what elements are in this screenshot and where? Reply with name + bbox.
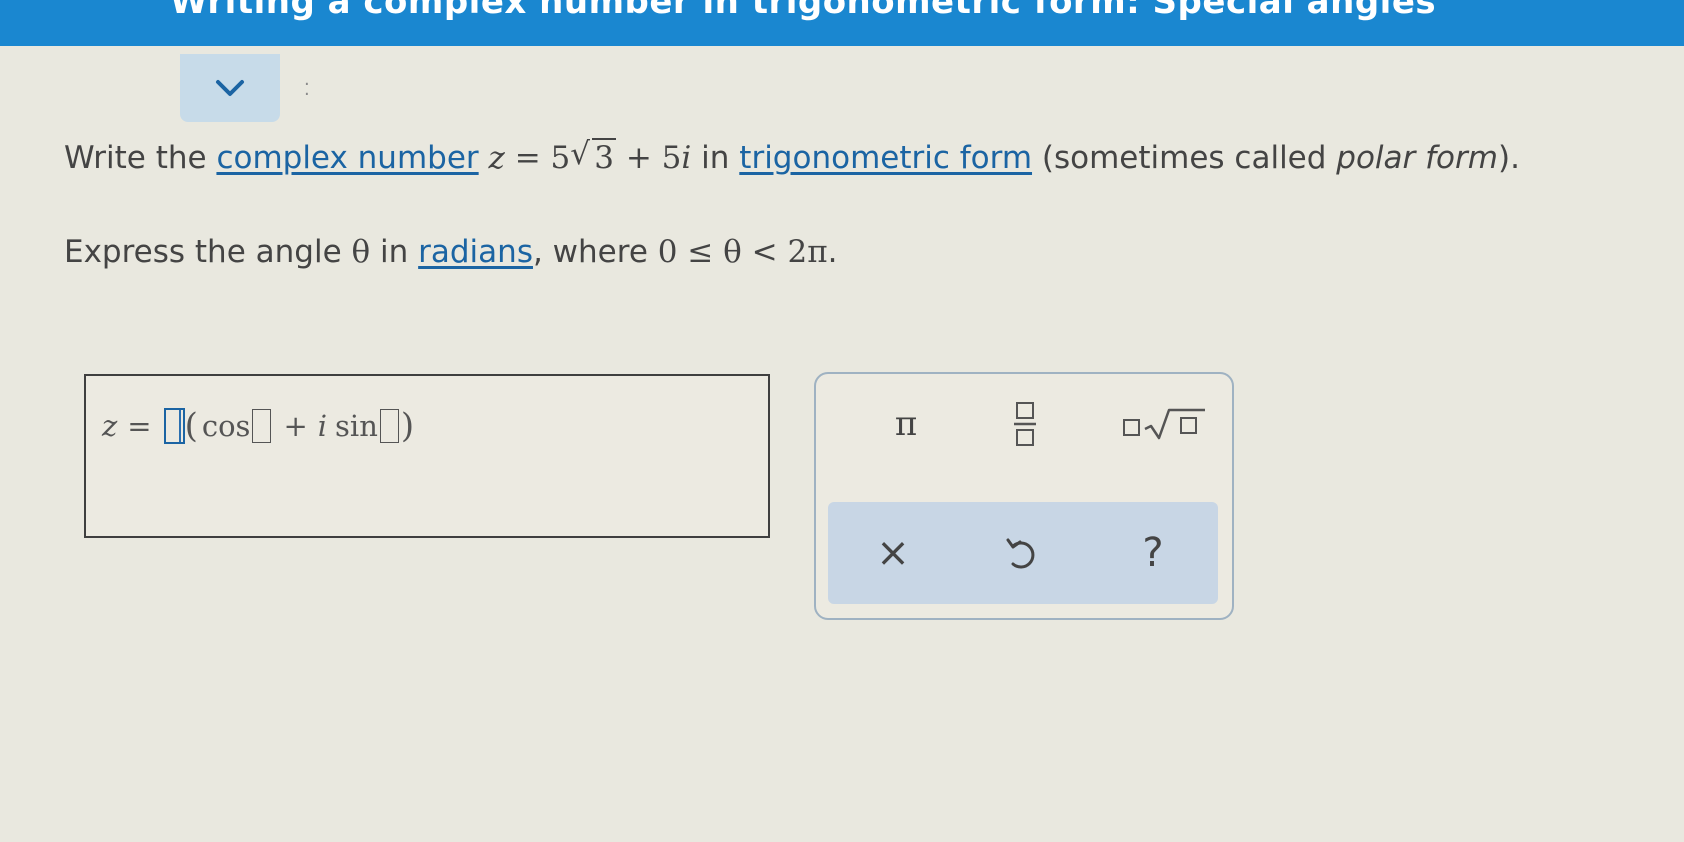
undo-button[interactable] bbox=[986, 522, 1056, 584]
cos-angle-input-slot[interactable] bbox=[252, 409, 272, 443]
collapse-toggle-button[interactable] bbox=[180, 54, 280, 122]
angle-condition: 0 ≤ θ < 2π bbox=[657, 234, 828, 270]
question-line-2: Express the angle θ in radians, where 0 … bbox=[64, 234, 838, 270]
sqrt-expression: √ 3 bbox=[570, 136, 616, 176]
fraction-icon bbox=[1014, 402, 1036, 446]
answer-expression: z = ( cos + i sin ) bbox=[102, 406, 415, 446]
more-options-icon[interactable]: · · bbox=[304, 76, 310, 104]
pi-button[interactable]: π bbox=[866, 396, 946, 452]
text-cursor bbox=[178, 410, 181, 442]
modulus-input-slot[interactable] bbox=[163, 408, 185, 444]
sin-angle-input-slot[interactable] bbox=[379, 409, 399, 443]
help-button[interactable]: ? bbox=[1118, 522, 1188, 584]
radians-link[interactable]: radians bbox=[418, 234, 533, 270]
chevron-down-icon bbox=[216, 80, 244, 96]
trigonometric-form-link[interactable]: trigonometric form bbox=[739, 140, 1032, 176]
answer-input-box[interactable]: z = ( cos + i sin ) bbox=[84, 374, 770, 538]
question-line-1: Write the complex number z = 5 √ 3 + 5i in… bbox=[64, 136, 1520, 176]
fraction-button[interactable] bbox=[990, 392, 1060, 456]
tool-actions-row: × ? bbox=[828, 502, 1218, 604]
topic-title: Writing a complex number in trigonometri… bbox=[170, 0, 1437, 22]
undo-icon bbox=[1006, 538, 1035, 569]
nth-root-icon bbox=[1123, 408, 1205, 440]
nth-root-button[interactable] bbox=[1116, 396, 1212, 452]
complex-number-link[interactable]: complex number bbox=[216, 140, 478, 176]
top-bar: Writing a complex number in trigonometri… bbox=[0, 0, 1684, 46]
math-tool-panel: π × ? bbox=[814, 372, 1234, 620]
clear-button[interactable]: × bbox=[858, 522, 928, 584]
